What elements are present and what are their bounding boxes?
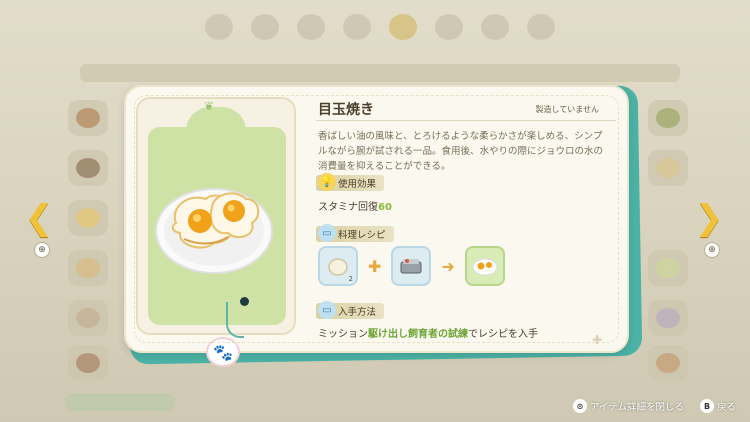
background-slot: [68, 150, 108, 186]
background-header: [80, 64, 680, 82]
background-slot: [648, 250, 688, 286]
item-detail-card: ✚ ✚ ✚ ❦ 🐾 目玉焼き 製造していません 香ばしい油の風味と、とろけるよう…: [124, 85, 629, 367]
effect-section-header: 💡 使用効果: [316, 173, 385, 191]
background-slot: [68, 345, 108, 381]
arrow-right-icon: ➜: [441, 256, 455, 276]
fried-egg-icon: [155, 188, 273, 274]
back-label: 戻る: [717, 402, 737, 413]
title-divider: [316, 120, 616, 121]
obtain-prefix: ミッション: [318, 329, 368, 340]
lightbulb-icon: 💡: [318, 173, 336, 191]
obtain-section-header: ▭ 入手方法: [316, 301, 385, 319]
recipe-section-header: ▭ 料理レシピ: [316, 224, 394, 242]
frying-pan-icon: [400, 259, 422, 274]
effect-stat-name: スタミナ回復: [318, 202, 378, 213]
recipe-result-slot[interactable]: [464, 246, 505, 286]
recipe-card-icon: ▭: [318, 224, 336, 242]
stick-button-icon: ⊙: [573, 399, 587, 413]
effect-stat-value: 60: [378, 202, 392, 213]
item-image: [148, 127, 286, 325]
recipe-card-icon: ▭: [318, 301, 336, 319]
plus-icon: ✚: [368, 256, 382, 276]
item-image-frame: ❦: [136, 97, 296, 335]
obtain-method: ミッション駆け出し飼育者の試練でレシピを入手: [318, 325, 538, 340]
chevron-left-icon: ❮: [24, 198, 54, 238]
effect-section-label: 使用効果: [338, 179, 377, 190]
close-details-label: アイテム詳細を閉じる: [590, 402, 685, 413]
next-item-button[interactable]: ❯ ⊕: [694, 198, 724, 258]
ingredient-count: 2: [348, 275, 353, 283]
production-status: 製造していません: [535, 105, 599, 114]
background-slot: [648, 150, 688, 186]
shoulder-button-icon: ⊕: [704, 242, 720, 258]
ingredient-slot-egg[interactable]: 2: [318, 246, 358, 286]
background-slot: [68, 100, 108, 136]
previous-item-button[interactable]: ❮ ⊕: [24, 198, 54, 258]
recipe-section-label: 料理レシピ: [338, 230, 386, 241]
sparkle-icon: ✚: [592, 333, 603, 347]
chevron-right-icon: ❯: [694, 198, 724, 238]
background-slot: [68, 200, 108, 236]
back-hint[interactable]: B 戻る: [700, 399, 736, 413]
background-tabs: [200, 14, 560, 40]
b-button-icon: B: [700, 399, 714, 413]
ingredient-slot-pan[interactable]: [391, 246, 432, 286]
paw-charm-icon: 🐾: [206, 337, 240, 367]
background-slot: [648, 100, 688, 136]
leaf-ornament-icon: ❦: [204, 99, 215, 113]
background-slot: [648, 300, 688, 336]
fried-egg-icon: [472, 258, 498, 276]
item-title: 目玉焼き: [318, 102, 374, 118]
shoulder-button-icon: ⊕: [34, 242, 50, 258]
item-description: 香ばしい油の風味と、とろけるような柔らかさが楽しめる、シンプルながら腕が試される…: [318, 131, 604, 172]
recipe-row: 2 ✚ ➜: [318, 245, 505, 287]
keychain-string: [226, 302, 244, 338]
obtain-mission-link[interactable]: 駆け出し飼育者の試練: [368, 329, 468, 340]
obtain-section-label: 入手方法: [338, 307, 377, 318]
effect-value: スタミナ回復60: [318, 198, 392, 213]
obtain-suffix: でレシピを入手: [468, 329, 538, 340]
background-slot: [648, 345, 688, 381]
background-slot: [68, 300, 108, 336]
egg-icon: [328, 258, 348, 276]
background-bottom-bar: [65, 393, 175, 411]
background-slot: [68, 250, 108, 286]
close-details-hint[interactable]: ⊙ アイテム詳細を閉じる: [573, 399, 684, 413]
